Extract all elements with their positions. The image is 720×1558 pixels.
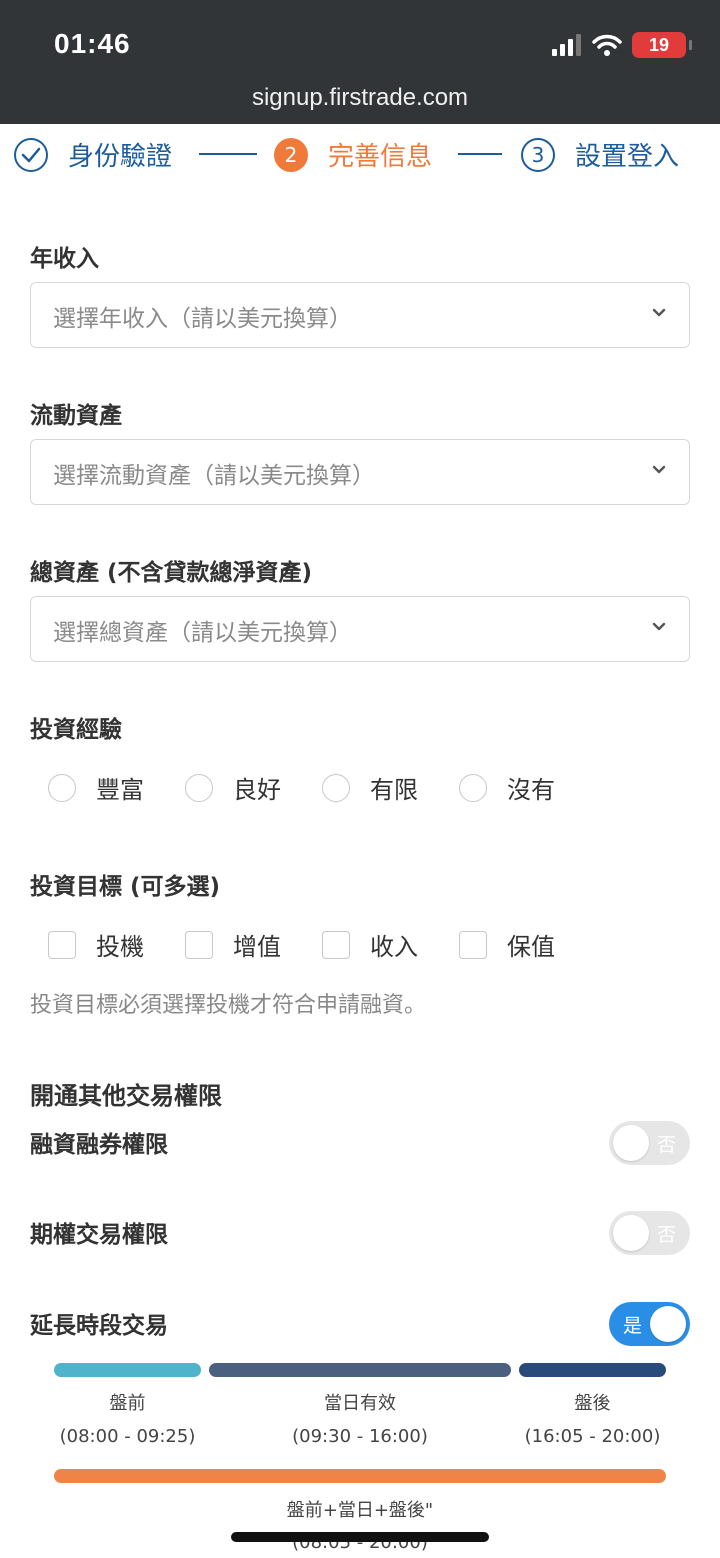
progress-stepper: 身份驗證 2 完善信息 3 設置登入 (0, 124, 720, 186)
option-label: 保值 (507, 933, 555, 961)
url-bar[interactable]: signup.firstrade.com (0, 84, 720, 112)
step-number: 2 (274, 137, 308, 172)
checkbox[interactable] (48, 930, 76, 959)
toggle-state: 是 (623, 1315, 643, 1337)
step-number: 3 (521, 137, 555, 172)
clock: 01:46 (54, 28, 131, 59)
status-icons: 19 (552, 32, 692, 58)
regular-session-bar (209, 1363, 511, 1377)
option-label: 豐富 (96, 776, 144, 804)
battery-icon: 19 (632, 32, 692, 58)
regular-session-time: (09:30 - 16:00) (292, 1426, 428, 1447)
goal-option[interactable]: 保值 (459, 927, 596, 962)
margin-permission-label: 融資融券權限 (30, 1132, 168, 1158)
afterhours-label: 盤後 (574, 1393, 611, 1414)
radio-button[interactable] (48, 773, 76, 802)
income-placeholder: 選擇年收入（請以美元換算） (53, 306, 352, 332)
toggle-state: 否 (656, 1224, 676, 1246)
checkbox[interactable] (459, 930, 487, 959)
chevron-down-icon (652, 308, 666, 317)
toggle-state: 否 (656, 1134, 676, 1156)
goal-option[interactable]: 投機 (48, 927, 185, 962)
toggle-knob (613, 1215, 649, 1251)
radio-button[interactable] (322, 773, 350, 802)
checkbox[interactable] (185, 930, 213, 959)
step-info: 2 完善信息 (274, 136, 432, 173)
afterhours-bar (519, 1363, 666, 1377)
margin-permission-toggle[interactable]: 否 (609, 1121, 690, 1165)
all-sessions-label: 盤前+當日+盤後" (286, 1500, 434, 1521)
total-assets-label: 總資產 (不含貸款總淨資產) (30, 560, 313, 586)
income-label: 年收入 (30, 246, 99, 272)
option-label: 收入 (370, 933, 418, 961)
premarket-bar (54, 1363, 201, 1377)
option-label: 有限 (370, 776, 418, 804)
goals-note: 投資目標必須選擇投機才符合申請融資。 (30, 993, 427, 1018)
options-permission-toggle[interactable]: 否 (609, 1211, 690, 1255)
extended-hours-toggle[interactable]: 是 (609, 1302, 690, 1346)
liquid-assets-placeholder: 選擇流動資產（請以美元換算） (53, 463, 375, 489)
option-label: 投機 (96, 933, 144, 961)
total-assets-placeholder: 選擇總資產（請以美元換算） (53, 620, 352, 646)
check-icon (14, 137, 48, 172)
extended-hours-label: 延長時段交易 (30, 1313, 168, 1339)
income-select[interactable]: 選擇年收入（請以美元換算） (30, 282, 690, 348)
total-assets-select[interactable]: 選擇總資產（請以美元換算） (30, 596, 690, 662)
option-label: 良好 (233, 776, 281, 804)
premarket-label: 盤前 (109, 1393, 146, 1414)
all-sessions-bar (54, 1469, 666, 1483)
afterhours-time: (16:05 - 20:00) (524, 1426, 661, 1447)
radio-button[interactable] (459, 773, 487, 802)
home-indicator (231, 1532, 489, 1542)
radio-button[interactable] (185, 773, 213, 802)
chevron-down-icon (652, 622, 666, 631)
step-identity: 身份驗證 (14, 136, 172, 173)
option-label: 增值 (233, 933, 281, 961)
step-label: 完善信息 (328, 142, 433, 172)
experience-option[interactable]: 良好 (185, 770, 322, 805)
option-label: 沒有 (507, 776, 555, 804)
wifi-icon (592, 34, 622, 56)
step-connector (458, 153, 502, 155)
step-connector (199, 153, 257, 155)
chevron-down-icon (652, 465, 666, 474)
experience-label: 投資經驗 (30, 717, 122, 743)
experience-option[interactable]: 沒有 (459, 770, 596, 805)
checkbox[interactable] (322, 930, 350, 959)
options-permission-label: 期權交易權限 (30, 1222, 168, 1248)
liquid-assets-label: 流動資產 (30, 403, 122, 429)
step-label: 設置登入 (575, 142, 680, 172)
premarket-time: (08:00 - 09:25) (59, 1426, 196, 1447)
step-label: 身份驗證 (68, 142, 173, 172)
goals-options: 投機 增值 收入 保值 (48, 927, 596, 962)
toggle-knob (613, 1125, 649, 1161)
regular-session-label: 當日有效 (324, 1393, 396, 1414)
toggle-knob (650, 1306, 686, 1342)
goal-option[interactable]: 增值 (185, 927, 322, 962)
step-login: 3 設置登入 (521, 136, 679, 173)
status-bar: 01:46 19 signup.firstrade.com (0, 0, 720, 124)
goals-label: 投資目標 (可多選) (30, 874, 221, 900)
goal-option[interactable]: 收入 (322, 927, 459, 962)
signal-icon (552, 34, 581, 56)
permissions-title: 開通其他交易權限 (30, 1082, 222, 1110)
experience-option[interactable]: 有限 (322, 770, 459, 805)
experience-options: 豐富 良好 有限 沒有 (48, 770, 596, 805)
liquid-assets-select[interactable]: 選擇流動資產（請以美元換算） (30, 439, 690, 505)
experience-option[interactable]: 豐富 (48, 770, 185, 805)
